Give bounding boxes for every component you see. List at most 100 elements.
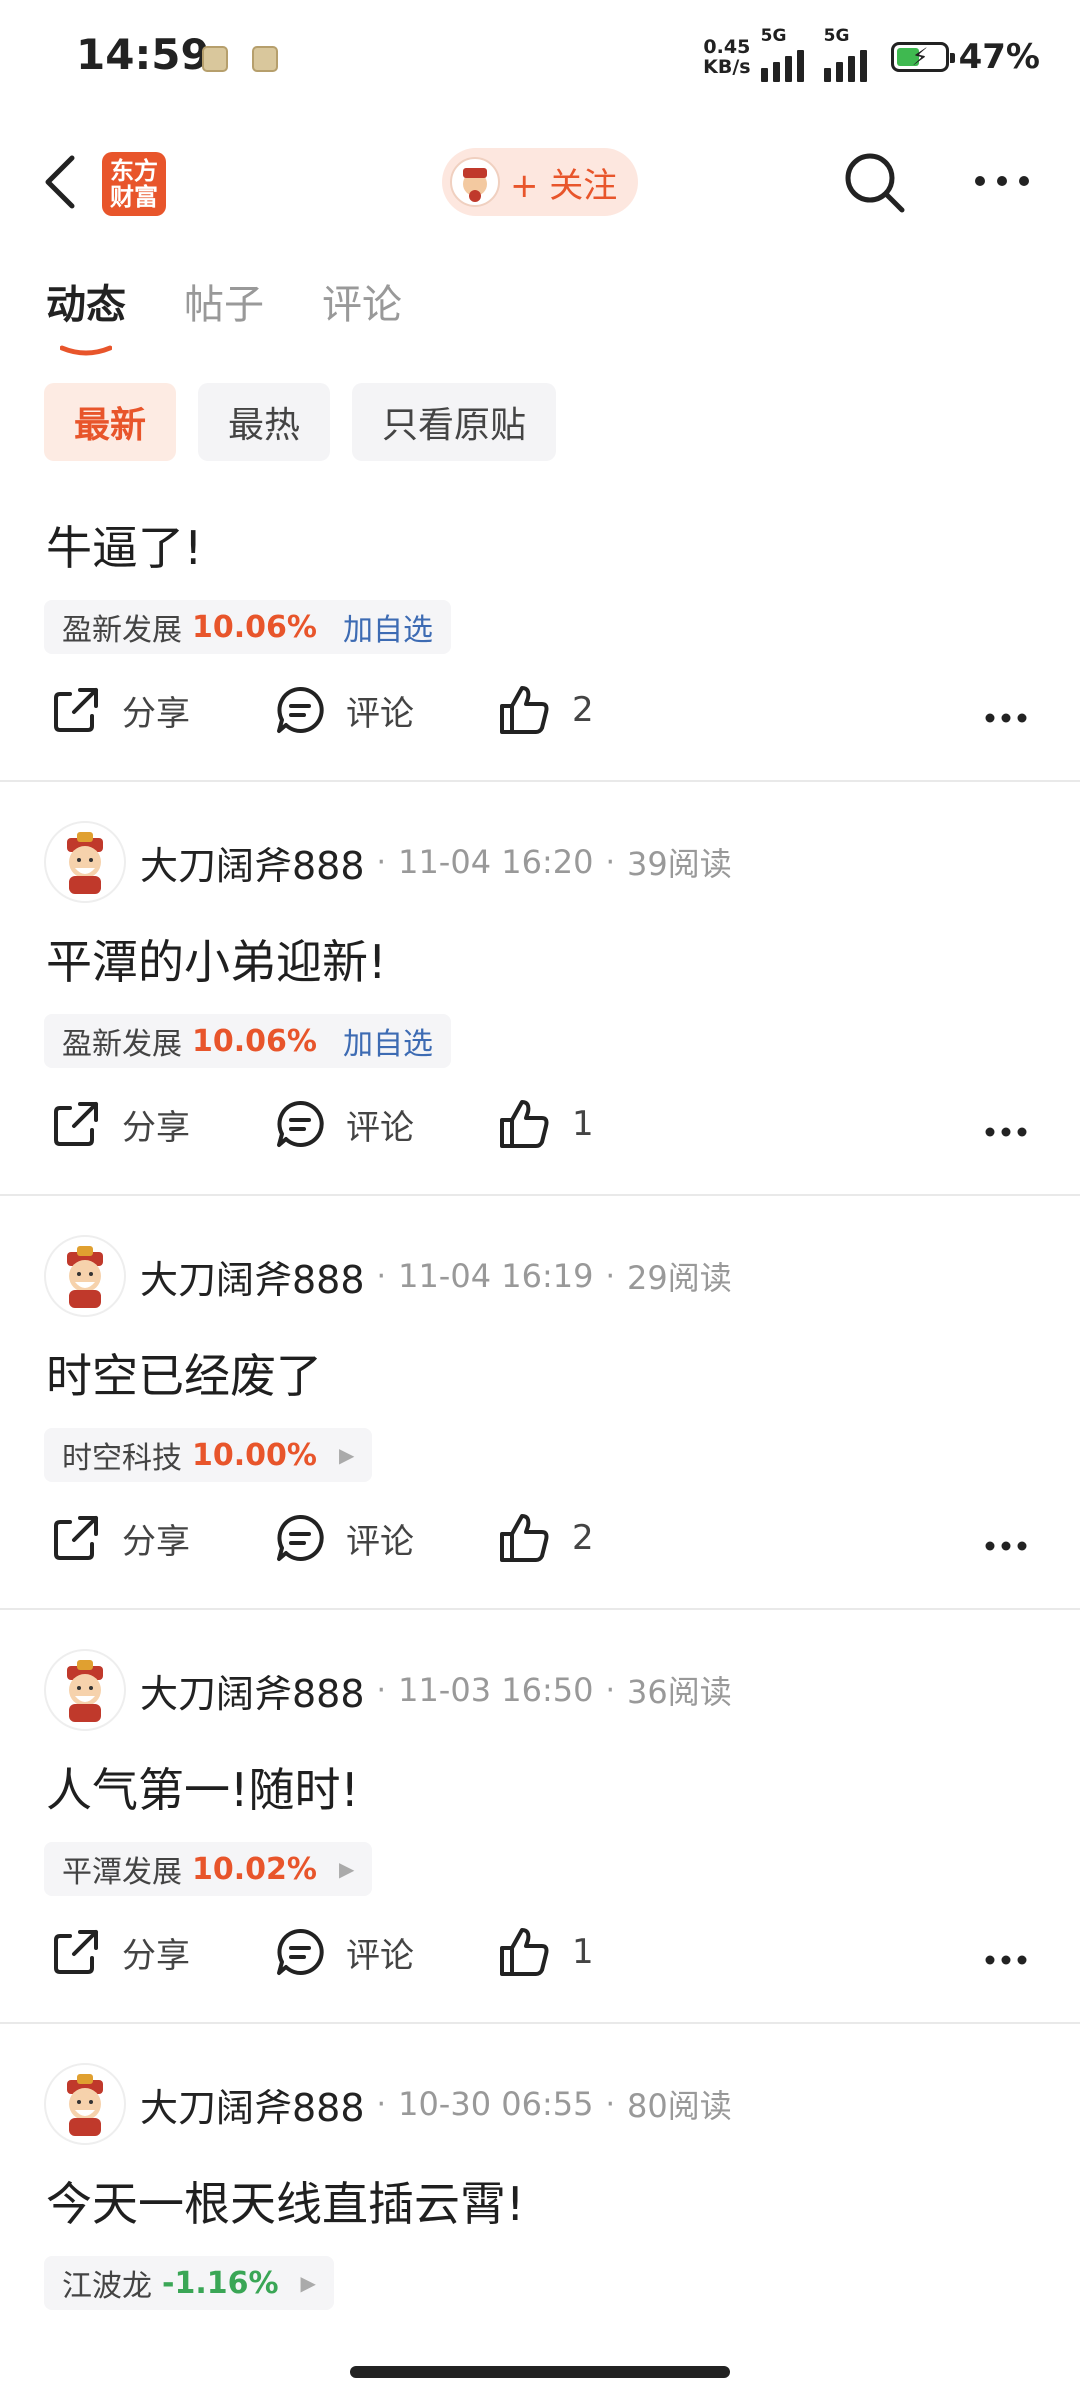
notification-app-icon [202,46,228,72]
add-watchlist-button[interactable]: 加自选 [343,605,433,649]
stock-name: 江波龙 [62,2269,152,2304]
comment-button[interactable]: 评论 [274,684,414,736]
more-dots-icon [975,176,1029,186]
status-bar: 14:59 0.45 KB/s 5G 5G ⚡ 47% [0,0,1080,120]
share-button[interactable]: 分享 [50,1098,190,1150]
comment-button[interactable]: 评论 [274,1926,414,1978]
author-name[interactable]: 大刀阔斧888 [140,1663,365,1718]
share-button[interactable]: 分享 [50,1512,190,1564]
more-dots-icon [985,1541,1027,1551]
stock-tag[interactable]: 盈新发展 10.06% 加自选 [44,1014,451,1068]
post-content: 人气第一!随时! [46,1763,359,1817]
post-content: 牛逼了! [46,521,203,575]
app-logo[interactable]: 东方 财富 [102,152,166,216]
post-meta: 大刀阔斧888 · 10-30 06:55 · 80阅读 [44,2062,732,2146]
tab-comments[interactable]: 评论 [322,272,402,330]
sort-filters: 最新 最热 只看原贴 [44,383,557,461]
thumbs-up-icon [500,686,549,734]
tab-posts[interactable]: 帖子 [184,272,264,330]
home-indicator[interactable] [350,2366,730,2378]
stock-change: 10.06% [192,1023,317,1059]
share-button[interactable]: 分享 [50,684,190,736]
thumbs-up-icon [500,1928,549,1976]
notification-app-icon [252,46,278,72]
profile-tabs: 动态 帖子 评论 [46,272,402,356]
share-icon [54,1102,98,1146]
stock-tag[interactable]: 时空科技 10.00% ▶ [44,1428,373,1482]
expand-arrow-icon: ▶ [300,2271,316,2295]
more-dots-icon [985,1955,1027,1965]
author-name[interactable]: 大刀阔斧888 [140,1249,365,1304]
back-arrow-icon [45,155,75,209]
author-name[interactable]: 大刀阔斧888 [140,2077,365,2132]
comment-icon [277,1514,324,1561]
stock-tag[interactable]: 江波龙 -1.16% ▶ [44,2256,334,2310]
author-name[interactable]: 大刀阔斧888 [140,835,365,890]
follow-button[interactable]: + 关注 [442,148,638,216]
like-button[interactable]: 2 [498,1512,594,1564]
filter-original-only[interactable]: 只看原贴 [352,383,557,461]
stock-name: 平潭发展 [62,1855,182,1890]
add-watchlist-button[interactable]: 加自选 [343,1019,433,1063]
back-button[interactable] [40,152,100,212]
avatar[interactable] [44,1235,126,1317]
read-count: 39阅读 [627,845,732,883]
stock-name: 盈新发展 [62,613,182,648]
status-time: 14:59 [76,30,210,79]
avatar[interactable] [44,1649,126,1731]
filter-hottest[interactable]: 最热 [198,383,331,461]
fortune-god-avatar-icon [67,2074,103,2136]
divider [0,2022,1080,2024]
tab-indicator [60,345,112,356]
like-button[interactable]: 2 [498,684,594,736]
avatar[interactable] [44,821,126,903]
post-more-button[interactable] [984,1536,1048,1556]
fortune-god-avatar-icon [67,832,103,894]
read-count: 29阅读 [627,1259,732,1297]
filter-latest[interactable]: 最新 [44,383,177,461]
divider [0,1608,1080,1610]
post-meta: 大刀阔斧888 · 11-04 16:19 · 29阅读 [44,1234,732,1318]
more-dots-icon [985,713,1027,723]
comment-button[interactable]: 评论 [274,1512,414,1564]
post-time: 11-04 16:19 [398,1257,594,1295]
signal-icon: 5G [760,26,804,82]
stock-tag[interactable]: 盈新发展 10.06% 加自选 [44,600,451,654]
stock-change: -1.16% [162,2265,279,2301]
more-options-button[interactable] [972,166,1032,196]
share-button[interactable]: 分享 [50,1926,190,1978]
post-actions: 分享 评论 1 [0,1926,1080,1996]
stock-name: 时空科技 [62,1441,182,1476]
fortune-god-avatar-icon [463,168,487,202]
fortune-god-avatar-icon [67,1660,103,1722]
expand-arrow-icon: ▶ [338,1443,355,1467]
tab-dynamic[interactable]: 动态 [46,272,126,356]
search-button[interactable] [842,150,908,216]
avatar[interactable] [44,2063,126,2145]
like-button[interactable]: 1 [498,1926,594,1978]
comment-button[interactable]: 评论 [274,1098,414,1150]
stock-change: 10.00% [192,1437,317,1473]
read-count: 80阅读 [627,2087,732,2125]
post-more-button[interactable] [984,1122,1048,1142]
share-icon [54,1930,98,1974]
thumbs-up-icon [500,1100,549,1148]
stock-change: 10.02% [192,1851,317,1887]
comment-icon [277,1928,324,1975]
post-more-button[interactable] [984,708,1048,728]
share-icon [54,688,98,732]
post-content: 平潭的小弟迎新! [46,935,387,989]
post-content: 今天一根天线直插云霄! [46,2177,525,2231]
share-icon [54,1516,98,1560]
comment-icon [277,686,324,733]
divider [0,1194,1080,1196]
post-more-button[interactable] [984,1950,1048,1970]
search-icon [845,153,905,213]
comment-icon [277,1100,324,1147]
post-content: 时空已经废了 [46,1349,322,1403]
like-button[interactable]: 1 [498,1098,594,1150]
post-time: 11-03 16:50 [398,1671,594,1709]
thumbs-up-icon [500,1514,549,1562]
stock-tag[interactable]: 平潭发展 10.02% ▶ [44,1842,373,1896]
avatar [450,157,500,207]
